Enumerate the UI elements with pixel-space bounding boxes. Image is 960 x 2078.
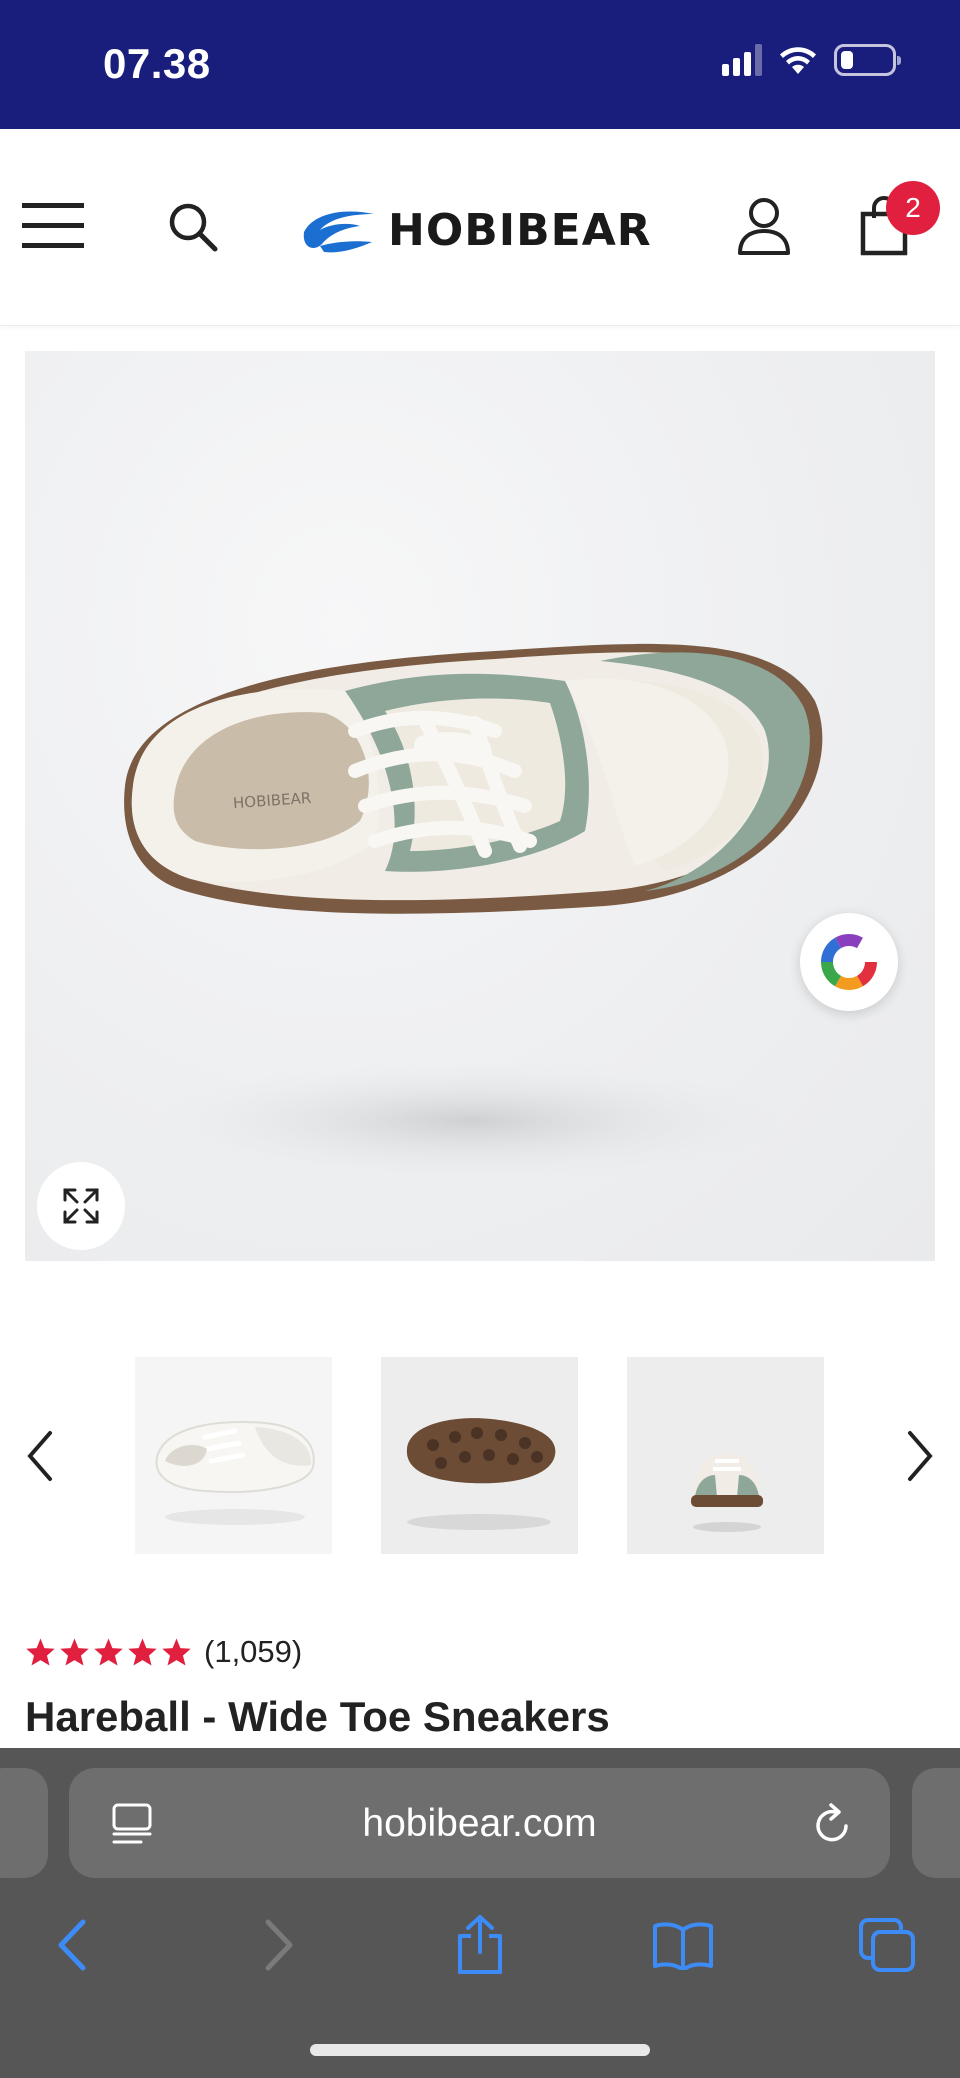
thumbnail-white-sneaker[interactable] bbox=[135, 1357, 332, 1554]
account-button[interactable] bbox=[735, 195, 793, 257]
expand-icon bbox=[63, 1188, 99, 1224]
status-bar: 07.38 bbox=[0, 0, 960, 129]
color-swatch-button[interactable] bbox=[800, 913, 898, 1011]
tabs-button[interactable] bbox=[852, 1910, 922, 1980]
tabs-icon bbox=[859, 1918, 915, 1972]
logo-icon bbox=[303, 210, 374, 252]
brand-logo[interactable]: HOBIBEAR bbox=[300, 205, 652, 256]
search-icon bbox=[169, 203, 218, 252]
address-bar[interactable]: hobibear.com bbox=[69, 1768, 890, 1878]
chevron-right-icon bbox=[908, 1431, 933, 1481]
star-icon bbox=[26, 1638, 55, 1666]
previous-tab-preview[interactable] bbox=[0, 1768, 48, 1878]
product-main-image[interactable]: HOBIBEAR bbox=[25, 351, 935, 1261]
reload-icon[interactable] bbox=[813, 1802, 853, 1846]
star-icon bbox=[128, 1638, 157, 1666]
url-text[interactable]: hobibear.com bbox=[69, 1802, 890, 1846]
search-button[interactable] bbox=[165, 199, 221, 255]
star-icon bbox=[162, 1638, 191, 1666]
wifi-icon bbox=[780, 47, 816, 74]
back-icon bbox=[58, 1919, 86, 1971]
status-time: 07.38 bbox=[103, 40, 211, 87]
expand-image-button[interactable] bbox=[37, 1162, 125, 1250]
share-icon bbox=[458, 1915, 502, 1974]
browser-nav-row bbox=[0, 1910, 960, 1990]
battery-icon bbox=[834, 44, 901, 76]
home-indicator bbox=[310, 2044, 650, 2056]
back-button[interactable] bbox=[37, 1910, 107, 1980]
browser-toolbar: hobibear.com bbox=[0, 1748, 960, 2078]
next-tab-preview[interactable] bbox=[912, 1768, 960, 1878]
thumbnail-image bbox=[691, 1453, 763, 1532]
account-icon bbox=[738, 198, 790, 255]
product-rating[interactable]: (1,059) bbox=[25, 1634, 302, 1670]
bookmarks-icon bbox=[653, 1922, 713, 1970]
review-count[interactable]: (1,059) bbox=[204, 1634, 302, 1670]
color-swatch-icon bbox=[821, 934, 877, 990]
thumbnail-green-sneaker[interactable] bbox=[627, 1357, 824, 1554]
menu-icon bbox=[22, 203, 84, 248]
thumbnail-image bbox=[155, 1421, 315, 1525]
thumbnail-prev-button[interactable] bbox=[18, 1425, 62, 1487]
cart-count-badge: 2 bbox=[886, 181, 940, 235]
star-icon bbox=[60, 1638, 89, 1666]
thumbnail-next-button[interactable] bbox=[898, 1425, 942, 1487]
sneaker-image: HOBIBEAR bbox=[124, 643, 823, 1181]
battery-fill bbox=[841, 51, 853, 69]
thumbnail-image bbox=[406, 1418, 556, 1530]
thumbnail-sole[interactable] bbox=[381, 1357, 578, 1554]
forward-icon bbox=[265, 1919, 293, 1971]
menu-button[interactable] bbox=[20, 199, 86, 251]
product-title: Hareball - Wide Toe Sneakers bbox=[25, 1693, 610, 1740]
chevron-left-icon bbox=[27, 1431, 52, 1481]
bookmarks-button[interactable] bbox=[648, 1910, 718, 1980]
brand-name: HOBIBEAR bbox=[388, 205, 652, 256]
status-icons bbox=[722, 44, 901, 76]
share-button[interactable] bbox=[445, 1910, 515, 1980]
star-rating bbox=[25, 1637, 192, 1667]
forward-button[interactable] bbox=[244, 1910, 314, 1980]
site-header: HOBIBEAR 2 bbox=[0, 129, 960, 326]
star-icon bbox=[94, 1638, 123, 1666]
signal-icon bbox=[722, 44, 762, 76]
